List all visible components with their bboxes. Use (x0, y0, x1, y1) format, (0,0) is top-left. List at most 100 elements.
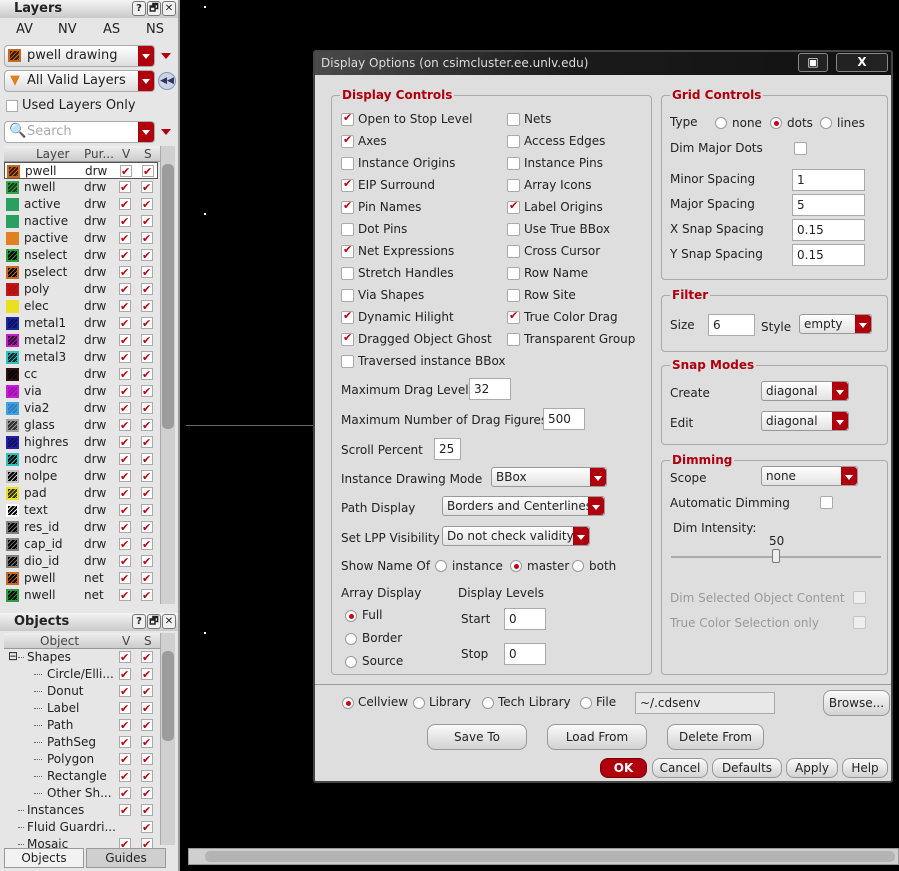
save-target-radio[interactable] (342, 697, 354, 709)
col-v[interactable]: V (122, 146, 130, 162)
col-object[interactable]: Object (40, 633, 79, 649)
visible-checkbox[interactable] (119, 717, 131, 734)
chevron-down-icon[interactable] (573, 527, 589, 545)
y-snap-input[interactable]: 0.15 (792, 244, 865, 266)
layer-row[interactable]: nolpe drw (4, 468, 158, 485)
layer-row[interactable]: glass drw (4, 417, 158, 434)
true-color-selection-checkbox[interactable] (853, 616, 866, 629)
col-layer[interactable]: Layer (36, 146, 69, 162)
selectable-checkbox[interactable] (141, 553, 153, 570)
visible-checkbox[interactable] (119, 400, 131, 417)
visible-checkbox[interactable] (119, 179, 131, 196)
visible-checkbox[interactable] (119, 247, 131, 264)
tab-objects[interactable]: Objects (4, 848, 84, 868)
x-snap-input[interactable]: 0.15 (792, 219, 865, 241)
apply-button[interactable]: Apply (786, 758, 838, 778)
layer-row[interactable]: poly drw (4, 281, 158, 298)
checkbox[interactable] (341, 133, 354, 148)
visible-checkbox[interactable] (119, 366, 131, 383)
used-layers-only-checkbox[interactable] (6, 100, 18, 112)
collapse-tree-icon[interactable]: ⊟ (8, 649, 18, 665)
layer-row[interactable]: active drw (4, 196, 158, 213)
visible-checkbox[interactable] (119, 468, 131, 485)
chevron-down-icon[interactable] (588, 497, 604, 515)
tab-guides[interactable]: Guides (86, 848, 166, 868)
layer-row[interactable]: metal3 drw (4, 349, 158, 366)
visible-checkbox[interactable] (119, 434, 131, 451)
filter-size-input[interactable]: 6 (708, 314, 755, 336)
selectable-checkbox[interactable] (141, 666, 153, 683)
object-row[interactable]: Instances (4, 802, 158, 819)
object-row[interactable]: Circle/Elli... (4, 666, 158, 683)
checkbox[interactable] (507, 199, 520, 214)
checkbox[interactable] (341, 111, 354, 126)
visible-checkbox[interactable] (119, 502, 131, 519)
grid-type-radio[interactable] (820, 117, 832, 129)
load-from-button[interactable]: Load From (547, 724, 647, 750)
chevron-down-icon[interactable] (138, 122, 154, 142)
snap-edit-select[interactable]: diagonal (761, 411, 849, 431)
object-row[interactable]: Rectangle (4, 768, 158, 785)
menu-arrow-icon[interactable] (161, 129, 171, 135)
max-drag-figures-input[interactable]: 500 (543, 408, 585, 430)
checkbox[interactable] (341, 199, 354, 214)
grid-type-radio[interactable] (770, 117, 782, 129)
dimming-scope-select[interactable]: none (761, 466, 858, 486)
visible-checkbox[interactable] (119, 700, 131, 717)
selectable-checkbox[interactable] (141, 536, 153, 553)
chevron-down-icon[interactable] (590, 468, 606, 486)
visible-checkbox[interactable] (119, 785, 131, 802)
help-button[interactable]: Help (842, 758, 888, 778)
selectable-checkbox[interactable] (141, 768, 153, 785)
checkbox[interactable] (507, 245, 520, 258)
checkbox[interactable] (341, 267, 354, 280)
layer-row[interactable]: nselect drw (4, 247, 158, 264)
visible-checkbox[interactable] (120, 163, 132, 180)
checkbox[interactable] (341, 243, 354, 258)
checkbox[interactable] (507, 309, 520, 324)
tab-nv[interactable]: NV (58, 22, 77, 37)
dim-major-dots-checkbox[interactable] (794, 142, 807, 155)
selectable-checkbox[interactable] (141, 247, 153, 264)
selectable-checkbox[interactable] (141, 734, 153, 751)
selectable-checkbox[interactable] (141, 383, 153, 400)
chevron-down-icon[interactable] (832, 382, 848, 400)
selectable-checkbox[interactable] (141, 281, 153, 298)
layer-row[interactable]: metal1 drw (4, 315, 158, 332)
selectable-checkbox[interactable] (141, 179, 153, 196)
layer-filter-select[interactable]: ▼ All Valid Layers (4, 70, 155, 92)
selectable-checkbox[interactable] (141, 366, 153, 383)
selectable-checkbox[interactable] (141, 485, 153, 502)
layer-row[interactable]: nactive drw (4, 213, 158, 230)
selectable-checkbox[interactable] (141, 434, 153, 451)
visible-checkbox[interactable] (119, 536, 131, 553)
selectable-checkbox[interactable] (141, 417, 153, 434)
array-display-radio[interactable] (345, 633, 357, 645)
visible-checkbox[interactable] (119, 417, 131, 434)
selectable-checkbox[interactable] (141, 700, 153, 717)
tab-av[interactable]: AV (16, 22, 33, 37)
checkbox[interactable] (341, 223, 354, 236)
checkbox[interactable] (341, 289, 354, 302)
selectable-checkbox[interactable] (141, 298, 153, 315)
array-display-radio[interactable] (345, 656, 357, 668)
checkbox[interactable] (341, 355, 354, 368)
layer-row[interactable]: elec drw (4, 298, 158, 315)
dock-icon[interactable]: ▣ (798, 53, 828, 72)
show-name-radio[interactable] (510, 560, 522, 572)
lpp-visibility-select[interactable]: Do not check validity (442, 526, 590, 546)
start-level-input[interactable]: 0 (504, 608, 546, 630)
layer-scrollbar[interactable] (160, 146, 175, 604)
selectable-checkbox[interactable] (141, 196, 153, 213)
layer-row[interactable]: metal2 drw (4, 332, 158, 349)
visible-checkbox[interactable] (119, 315, 131, 332)
chevron-down-icon[interactable] (841, 467, 857, 485)
selectable-checkbox[interactable] (141, 819, 153, 836)
chevron-down-icon[interactable] (832, 412, 848, 430)
file-path-input[interactable]: ~/.cdsenv (635, 692, 775, 714)
col-s[interactable]: S (144, 633, 152, 649)
checkbox[interactable] (341, 177, 354, 192)
layer-row[interactable]: pselect drw (4, 264, 158, 281)
visible-checkbox[interactable] (119, 734, 131, 751)
show-name-radio[interactable] (572, 560, 584, 572)
